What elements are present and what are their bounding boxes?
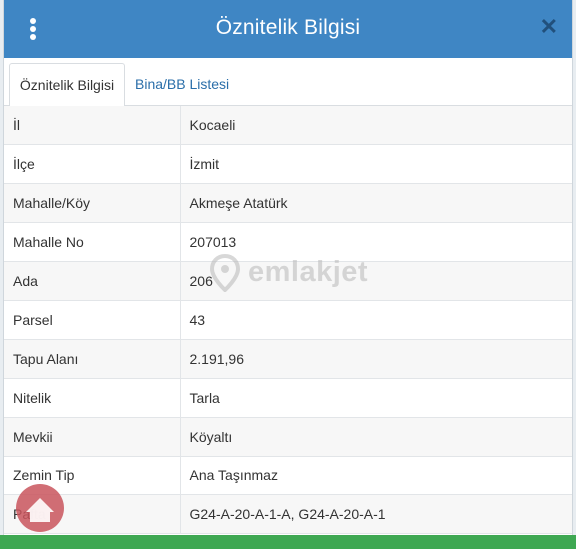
attribute-key: İlçe xyxy=(4,144,181,185)
attribute-key: Tapu Alanı xyxy=(4,339,181,379)
attribute-key: Ada xyxy=(4,261,181,301)
attribute-value: Ana Taşınmaz xyxy=(180,456,572,496)
table-row: Mevkii Köyaltı xyxy=(4,417,572,457)
attribute-key: Zemin Tip xyxy=(4,456,181,496)
table-row: Ada 206 xyxy=(4,261,572,301)
table-row: Parsel 43 xyxy=(4,300,572,340)
attribute-value: 43 xyxy=(180,300,572,340)
attribute-value: Kocaeli xyxy=(180,106,572,146)
tab-attribute-info[interactable]: Öznitelik Bilgisi xyxy=(9,63,125,107)
attribute-key: Parsel xyxy=(4,300,181,340)
attribute-key: Mevkii xyxy=(4,417,181,457)
table-row: İlçe İzmit xyxy=(4,144,572,185)
attribute-value: 2.191,96 xyxy=(180,339,572,379)
dialog-title: Öznitelik Bilgisi xyxy=(215,16,361,39)
attribute-table: İl Kocaeli İlçe İzmit Mahalle/Köy Akmeşe… xyxy=(4,106,572,535)
attribute-value: Köyaltı xyxy=(180,417,572,457)
table-row: Zemin Tip Ana Taşınmaz xyxy=(4,456,572,496)
table-row: Mahalle No 207013 xyxy=(4,222,572,263)
attribute-value: 206 xyxy=(180,261,572,301)
tab-bar: Öznitelik Bilgisi Bina/BB Listesi xyxy=(4,58,572,107)
attribute-value: 207013 xyxy=(180,222,572,263)
dialog-header: Öznitelik Bilgisi ✕ xyxy=(4,0,572,58)
tab-building-list[interactable]: Bina/BB Listesi xyxy=(127,63,237,107)
attribute-key: Pafta xyxy=(4,494,181,535)
attribute-key: Nitelik xyxy=(4,378,181,418)
table-row: Pafta G24-A-20-A-1-A, G24-A-20-A-1 xyxy=(4,494,572,535)
table-row: Tapu Alanı 2.191,96 xyxy=(4,339,572,379)
table-row: Nitelik Tarla xyxy=(4,378,572,418)
attribute-value: İzmit xyxy=(180,144,572,185)
attribute-value: Akmeşe Atatürk xyxy=(180,183,572,224)
attribute-key: İl xyxy=(4,106,181,146)
attribute-value: Tarla xyxy=(180,378,572,418)
attribute-value: G24-A-20-A-1-A, G24-A-20-A-1 xyxy=(180,494,572,535)
table-row: İl Kocaeli xyxy=(4,106,572,146)
attribute-dialog: Öznitelik Bilgisi ✕ Öznitelik Bilgisi Bi… xyxy=(3,0,573,549)
attribute-key: Mahalle/Köy xyxy=(4,183,181,224)
attribute-key: Mahalle No xyxy=(4,222,181,263)
bottom-bar xyxy=(0,535,576,549)
close-icon[interactable]: ✕ xyxy=(540,16,558,38)
table-row: Mahalle/Köy Akmeşe Atatürk xyxy=(4,183,572,224)
